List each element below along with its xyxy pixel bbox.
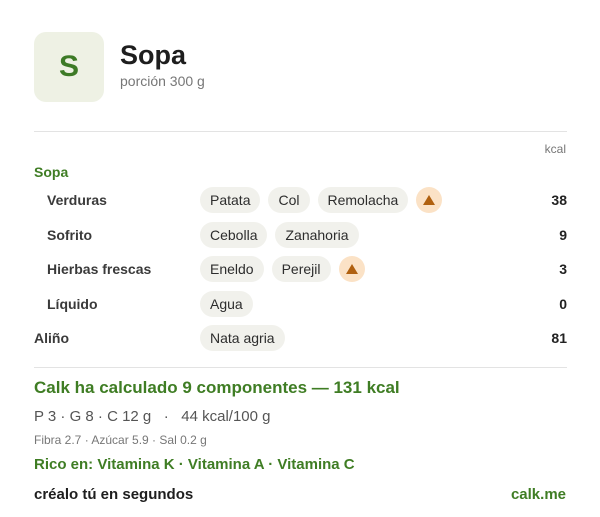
table-row: Líquido Agua 0 bbox=[34, 291, 567, 317]
dish-avatar: S bbox=[34, 32, 104, 102]
row-label: Líquido bbox=[47, 296, 98, 312]
ingredient-chips: Nata agria bbox=[200, 325, 527, 351]
ingredient-chip[interactable]: Remolacha bbox=[317, 187, 409, 213]
warning-triangle-icon[interactable] bbox=[416, 187, 443, 213]
row-kcal: 81 bbox=[551, 330, 567, 346]
avatar-letter: S bbox=[58, 50, 79, 83]
kcal-column-header: kcal bbox=[544, 142, 566, 156]
micros-line: Fibra 2.7 · Azúcar 5.9 · Sal 0.2 g bbox=[34, 433, 207, 447]
ingredient-chip[interactable]: Perejil bbox=[271, 256, 331, 282]
row-kcal: 9 bbox=[559, 227, 567, 243]
warning-triangle-icon[interactable] bbox=[338, 256, 365, 282]
divider-bottom bbox=[34, 367, 567, 368]
portion-subtitle: porción 300 g bbox=[120, 73, 205, 89]
ingredient-chip[interactable]: Col bbox=[268, 187, 310, 213]
ingredient-chips: Cebolla Zanahoria bbox=[200, 222, 527, 248]
macros-line: P 3 · G 8 · C 12 g · 44 kcal/100 g bbox=[34, 408, 271, 425]
table-row: Sofrito Cebolla Zanahoria 9 bbox=[34, 222, 567, 248]
divider-top bbox=[34, 131, 567, 132]
table-row: Aliño Nata agria 81 bbox=[34, 325, 567, 351]
table-row: Hierbas frescas Eneldo Perejil 3 bbox=[34, 256, 567, 282]
ingredient-chip[interactable]: Agua bbox=[200, 291, 253, 317]
ingredient-chip[interactable]: Eneldo bbox=[200, 256, 264, 282]
row-kcal: 0 bbox=[559, 296, 567, 312]
ingredient-chip[interactable]: Nata agria bbox=[200, 325, 285, 351]
ingredient-chip[interactable]: Zanahoria bbox=[275, 222, 359, 248]
row-label: Verduras bbox=[47, 192, 107, 208]
dish-header: S Sopa porción 300 g bbox=[34, 31, 205, 103]
ingredient-chip[interactable]: Patata bbox=[200, 187, 261, 213]
ingredient-chip[interactable]: Cebolla bbox=[200, 222, 268, 248]
row-kcal: 3 bbox=[559, 261, 567, 277]
summary-headline: Calk ha calculado 9 componentes — 131 kc… bbox=[34, 378, 400, 397]
row-label: Hierbas frescas bbox=[47, 261, 152, 277]
row-label: Aliño bbox=[34, 330, 69, 346]
cta-text: créalo tú en segundos bbox=[34, 486, 194, 503]
ingredient-chips: Eneldo Perejil bbox=[200, 256, 527, 282]
table-row: Verduras Patata Col Remolacha 38 bbox=[34, 187, 567, 213]
ingredient-chips: Patata Col Remolacha bbox=[200, 187, 527, 213]
calk-link[interactable]: calk.me bbox=[511, 486, 566, 503]
dish-title: Sopa bbox=[120, 40, 187, 70]
section-title: Sopa bbox=[34, 164, 69, 180]
rich-in-line: Rico en: Vitamina K · Vitamina A · Vitam… bbox=[34, 456, 355, 473]
title-block: Sopa porción 300 g bbox=[120, 39, 205, 89]
row-kcal: 38 bbox=[551, 192, 567, 208]
ingredient-chips: Agua bbox=[200, 291, 527, 317]
row-label: Sofrito bbox=[47, 227, 93, 243]
